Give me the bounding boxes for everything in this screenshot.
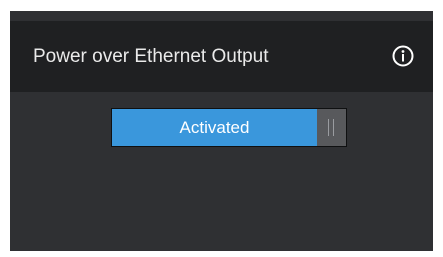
info-icon[interactable] — [392, 45, 414, 67]
poe-output-panel: Power over Ethernet Output Activated — [10, 11, 433, 251]
panel-header: Power over Ethernet Output — [10, 21, 433, 92]
grip-icon — [328, 119, 329, 136]
grip-icon — [333, 119, 334, 136]
poe-output-toggle[interactable]: Activated — [111, 108, 347, 147]
toggle-handle[interactable] — [317, 109, 346, 146]
panel-title: Power over Ethernet Output — [33, 46, 269, 67]
toggle-state-label: Activated — [179, 118, 250, 137]
